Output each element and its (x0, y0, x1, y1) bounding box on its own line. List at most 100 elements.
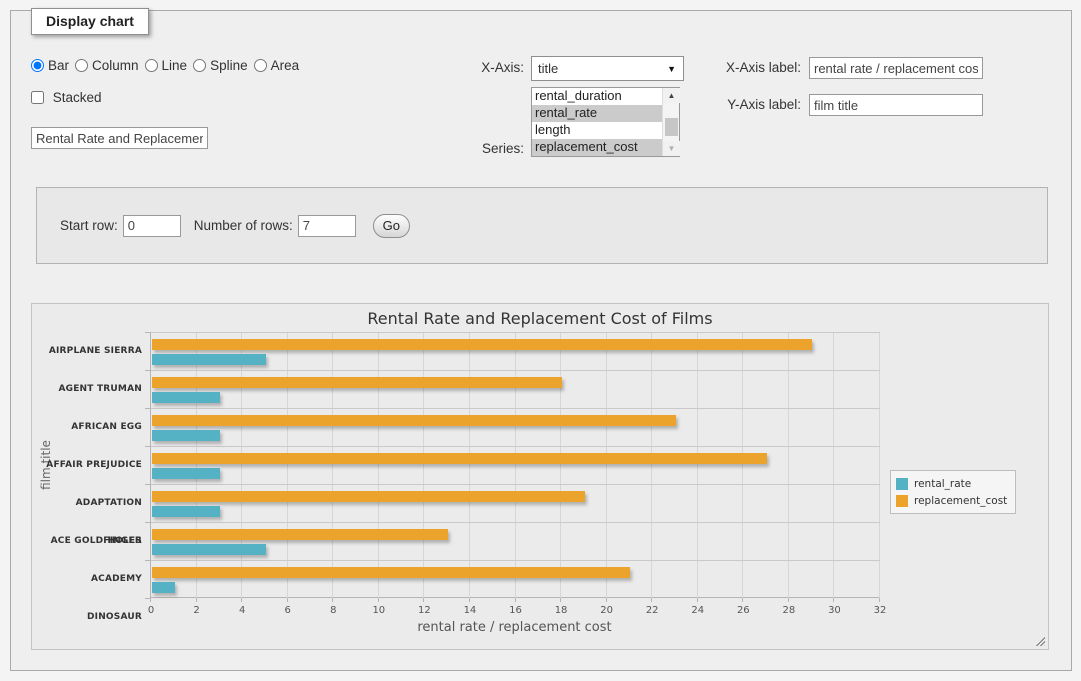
radio-bar[interactable] (31, 59, 44, 72)
num-rows-label: Number of rows: (194, 218, 293, 233)
series-option-rental_duration[interactable]: rental_duration (532, 88, 662, 105)
y-tick-mark (145, 370, 150, 371)
stacked-checkbox-row[interactable]: Stacked (31, 90, 102, 105)
gridline-x (742, 332, 743, 598)
x-tick-label: 4 (228, 605, 256, 616)
page: Display chart Bar Column Line Spline Area St… (0, 0, 1081, 681)
bar-replacement_cost[interactable] (152, 377, 562, 388)
series-option-replacement_cost[interactable]: replacement_cost (532, 139, 662, 156)
x-tick-mark (515, 598, 516, 602)
chart-type-radio-column[interactable]: Column (75, 58, 139, 73)
bar-replacement_cost[interactable] (152, 491, 585, 502)
chart-type-radio-line[interactable]: Line (145, 58, 188, 73)
bar-replacement_cost[interactable] (152, 339, 812, 350)
chart-type-radio-spline[interactable]: Spline (193, 58, 248, 73)
x-tick-mark (833, 598, 834, 602)
gridline-x (515, 332, 516, 598)
radio-column[interactable] (75, 59, 88, 72)
category-label: ACE GOLDFINGER (38, 522, 142, 560)
x-tick-mark (606, 598, 607, 602)
y-axis-label-input[interactable] (809, 94, 983, 116)
series-option-length[interactable]: length (532, 122, 662, 139)
bar-rental_rate[interactable] (152, 544, 266, 555)
radio-label: Line (162, 58, 188, 73)
legend-label: replacement_cost (914, 495, 1007, 507)
chart-legend: rental_rate replacement_cost (890, 470, 1016, 514)
bar-rental_rate[interactable] (152, 582, 175, 593)
bar-replacement_cost[interactable] (152, 415, 676, 426)
bar-rental_rate[interactable] (152, 430, 220, 441)
gridline-x (423, 332, 424, 598)
legend-item-rental_rate[interactable]: rental_rate (896, 475, 1007, 492)
bar-replacement_cost[interactable] (152, 567, 630, 578)
chart-title: Rental Rate and Replacement Cost of Film… (32, 309, 1048, 328)
x-tick-label: 26 (729, 605, 757, 616)
gridline-x (378, 332, 379, 598)
x-tick-label: 24 (684, 605, 712, 616)
y-tick-mark (145, 484, 150, 485)
x-tick-mark (879, 598, 880, 602)
gridline-y (151, 522, 880, 523)
start-row-input[interactable] (123, 215, 181, 237)
gridline-x (332, 332, 333, 598)
x-tick-mark (469, 598, 470, 602)
radio-line[interactable] (145, 59, 158, 72)
bar-rental_rate[interactable] (152, 392, 220, 403)
bar-rental_rate[interactable] (152, 468, 220, 479)
legend-swatch-replacement_cost (896, 495, 908, 507)
radio-spline[interactable] (193, 59, 206, 72)
series-listbox[interactable]: rental_durationrental_ratelengthreplacem… (531, 87, 680, 157)
x-tick-mark (332, 598, 333, 602)
x-tick-mark (423, 598, 424, 602)
scrollbar-down-icon[interactable]: ▼ (663, 141, 680, 156)
go-button[interactable]: Go (373, 214, 410, 238)
display-chart-legend: Display chart (31, 8, 149, 35)
num-rows-input[interactable] (298, 215, 356, 237)
category-label: ADAPTATION HOLES (38, 484, 142, 522)
gridline-x (196, 332, 197, 598)
y-tick-mark (145, 446, 150, 447)
x-tick-label: 18 (547, 605, 575, 616)
x-tick-mark (378, 598, 379, 602)
gridline-x (560, 332, 561, 598)
x-tick-label: 32 (866, 605, 894, 616)
x-tick-label: 2 (183, 605, 211, 616)
scrollbar-thumb[interactable] (665, 118, 678, 136)
gridline-y (151, 332, 880, 333)
x-tick-mark (697, 598, 698, 602)
stacked-label: Stacked (53, 90, 102, 105)
radio-area[interactable] (254, 59, 267, 72)
x-tick-mark (150, 598, 151, 602)
legend-item-replacement_cost[interactable]: replacement_cost (896, 492, 1007, 509)
x-tick-mark (560, 598, 561, 602)
chart-title-input[interactable] (31, 127, 208, 149)
gridline-y (151, 446, 880, 447)
row-controls-panel: Start row: Number of rows: Go (36, 187, 1048, 264)
bar-rental_rate[interactable] (152, 354, 266, 365)
gridline-x (879, 332, 880, 598)
x-tick-label: 12 (410, 605, 438, 616)
radio-label: Bar (48, 58, 69, 73)
series-option-rental_rate[interactable]: rental_rate (532, 105, 662, 122)
radio-label: Spline (210, 58, 248, 73)
gridline-x (241, 332, 242, 598)
plot-area: 02468101214161820222426283032 (150, 332, 879, 598)
chart-type-radio-area[interactable]: Area (254, 58, 300, 73)
gridline-x (651, 332, 652, 598)
bar-replacement_cost[interactable] (152, 529, 448, 540)
x-axis-select-label: X-Axis: (411, 56, 524, 80)
series-select-label: Series: (411, 137, 524, 161)
chart-type-radios: Bar Column Line Spline Area (31, 58, 305, 73)
gridline-x (788, 332, 789, 598)
resize-handle-icon[interactable] (1034, 635, 1045, 646)
chart-type-radio-bar[interactable]: Bar (31, 58, 69, 73)
legend-label: rental_rate (914, 478, 971, 490)
x-axis-label-input[interactable] (809, 57, 983, 79)
bar-rental_rate[interactable] (152, 506, 220, 517)
gridline-x (697, 332, 698, 598)
bar-replacement_cost[interactable] (152, 453, 767, 464)
x-tick-label: 10 (365, 605, 393, 616)
stacked-checkbox[interactable] (31, 91, 44, 104)
x-tick-mark (788, 598, 789, 602)
gridline-y (151, 408, 880, 409)
